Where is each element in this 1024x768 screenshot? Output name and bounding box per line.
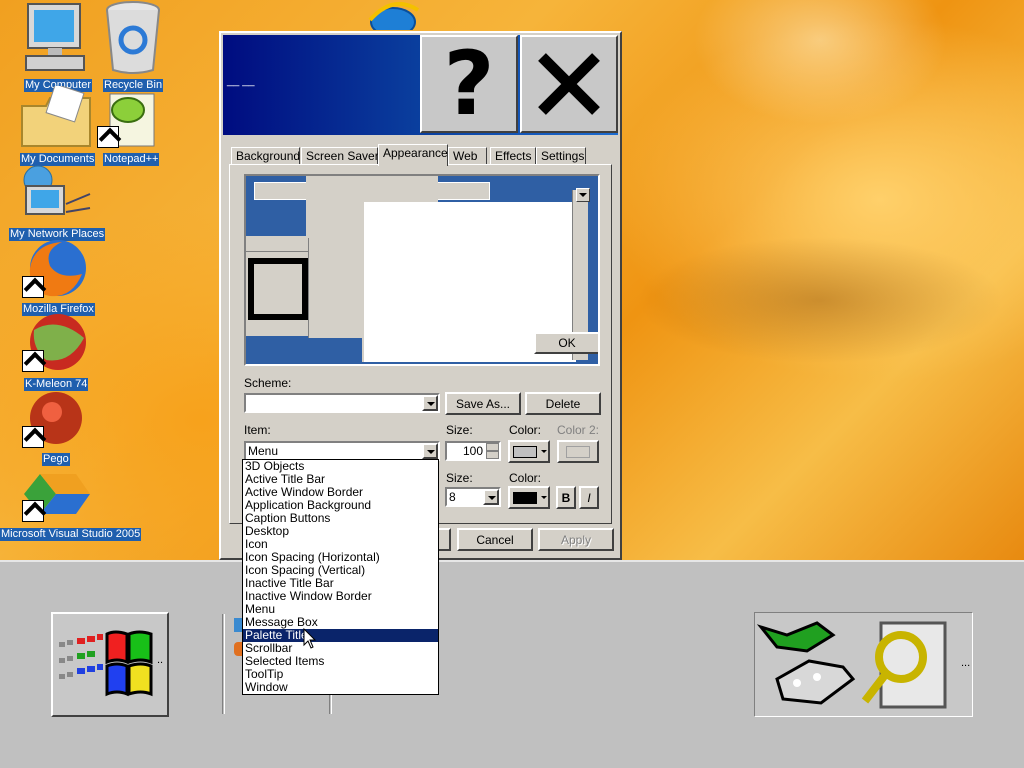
start-button[interactable]: .. <box>51 612 169 717</box>
preview-dropdown-arrow <box>576 188 590 202</box>
color-2-swatch <box>566 445 590 458</box>
save-as-label: Save As... <box>455 396 511 411</box>
shortcut-arrow-icon <box>22 500 44 522</box>
cancel-label: Cancel <box>476 532 514 547</box>
spin-up-icon[interactable] <box>486 443 499 451</box>
color-2-label: Color 2: <box>557 423 600 437</box>
preview-ok-button: OK <box>534 332 598 354</box>
help-button[interactable]: ? <box>420 35 518 133</box>
apply-button[interactable]: Apply <box>538 528 614 551</box>
item-option[interactable]: Desktop <box>243 525 438 538</box>
tray-extra: ... <box>961 657 971 669</box>
bold-button[interactable]: B <box>556 486 576 509</box>
shortcut-arrow-icon <box>97 126 119 148</box>
quick-launch-desktop-icon[interactable] <box>234 618 242 632</box>
question-mark-icon: ? <box>443 32 495 135</box>
font-color-label: Color: <box>509 471 542 485</box>
item-dropdown[interactable]: Menu <box>244 441 440 461</box>
item-dropdown-list[interactable]: 3D Objects Active Title Bar Active Window … <box>242 459 439 695</box>
color-swatch <box>513 445 537 458</box>
network-tray-icon[interactable] <box>757 617 857 713</box>
close-icon <box>538 53 600 115</box>
quick-launch-firefox-icon[interactable] <box>234 642 242 656</box>
spin-down-icon[interactable] <box>486 451 499 459</box>
taskbar-separator <box>222 614 225 714</box>
font-size-label: Size: <box>446 471 473 485</box>
color-label: Color: <box>509 423 542 437</box>
internet-explorer-icon[interactable] <box>362 0 424 30</box>
font-color-swatch <box>513 491 537 504</box>
disk-search-tray-icon[interactable] <box>861 617 953 713</box>
apply-label: Apply <box>560 532 592 547</box>
preview-side-panel <box>308 238 362 338</box>
chevron-down-icon <box>541 496 547 499</box>
chevron-down-icon[interactable] <box>483 489 499 505</box>
size-value: 100 <box>462 444 483 458</box>
preview-dark-frame <box>248 258 308 320</box>
shortcut-arrow-icon <box>22 350 44 372</box>
shortcut-arrow-icon <box>22 426 44 448</box>
shortcut-arrow-icon <box>22 276 44 298</box>
folder-icon <box>21 86 91 147</box>
cancel-button[interactable]: Cancel <box>457 528 533 551</box>
size-label: Size: <box>446 423 473 437</box>
chevron-down-icon <box>541 450 547 453</box>
recycle-bin-icon <box>106 1 160 74</box>
appearance-preview: OK <box>244 174 600 366</box>
tab-screen-saver[interactable]: Screen Saver <box>301 147 379 165</box>
bold-label: B <box>561 490 571 505</box>
item-option[interactable]: Window <box>243 681 438 694</box>
tab-web[interactable]: Web <box>448 147 487 165</box>
desktop-icon-label: Microsoft Visual Studio 2005 <box>0 528 142 541</box>
system-tray: ... <box>754 612 973 717</box>
tab-effects[interactable]: Effects <box>490 147 536 165</box>
window-title: __ __ <box>227 75 255 87</box>
italic-label: I <box>587 490 591 505</box>
tab-background[interactable]: Background <box>231 147 300 165</box>
size-stepper[interactable]: 100 <box>445 441 501 461</box>
scheme-label: Scheme: <box>244 376 292 390</box>
preview-ok-label: OK <box>558 336 576 350</box>
network-icon <box>23 165 91 215</box>
font-color-picker-button[interactable] <box>508 486 550 509</box>
title-bar[interactable]: __ __ ? <box>223 35 618 135</box>
tab-settings[interactable]: Settings <box>536 147 586 165</box>
delete-button[interactable]: Delete <box>525 392 601 415</box>
delete-label: Delete <box>545 396 581 411</box>
scheme-dropdown[interactable] <box>244 393 440 413</box>
chevron-down-icon[interactable] <box>422 443 438 459</box>
color-2-picker-button[interactable] <box>557 440 599 463</box>
tab-appearance[interactable]: Appearance <box>378 144 448 166</box>
item-label: Item: <box>244 423 271 437</box>
start-button-extra: .. <box>157 654 164 666</box>
computer-icon <box>25 3 85 71</box>
close-button[interactable] <box>520 35 618 133</box>
font-size-dropdown[interactable]: 8 <box>445 487 501 507</box>
mouse-cursor-icon <box>303 628 317 649</box>
desktop-icon-label: Notepad++ <box>103 153 160 166</box>
font-size-value: 8 <box>449 490 456 504</box>
item-value: Menu <box>248 444 279 458</box>
save-as-button[interactable]: Save As... <box>445 392 521 415</box>
italic-button[interactable]: I <box>579 486 599 509</box>
color-picker-button[interactable] <box>508 440 550 463</box>
chevron-down-icon[interactable] <box>422 395 438 411</box>
windows-logo-icon <box>59 630 153 697</box>
